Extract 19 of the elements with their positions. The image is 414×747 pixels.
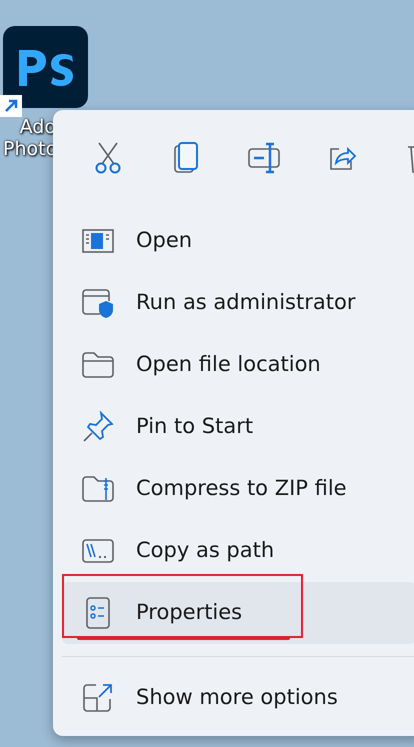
more-options-icon: [82, 683, 114, 713]
folder-icon: [82, 352, 114, 378]
menu-item[interactable]: Properties: [62, 582, 414, 644]
rename-icon: [248, 142, 280, 174]
path-icon: [82, 539, 114, 563]
menu-item[interactable]: Copy as path: [62, 520, 414, 582]
window-shield-icon: [82, 288, 114, 318]
pin-icon: [82, 411, 114, 443]
open-window-icon: [82, 229, 114, 253]
app-icon[interactable]: [3, 26, 88, 108]
cut-icon: [93, 142, 123, 174]
menu-item[interactable]: Show more options: [62, 667, 414, 729]
menu-item[interactable]: Open: [62, 210, 414, 272]
menu-item[interactable]: Run as administrator: [62, 272, 414, 334]
zip-folder-icon: [82, 476, 114, 502]
menu-item[interactable]: Compress to ZIP file: [62, 458, 414, 520]
menu-item[interactable]: Pin to Start: [62, 396, 414, 458]
menu-item[interactable]: Open file location: [62, 334, 414, 396]
copy-icon: [173, 142, 199, 174]
